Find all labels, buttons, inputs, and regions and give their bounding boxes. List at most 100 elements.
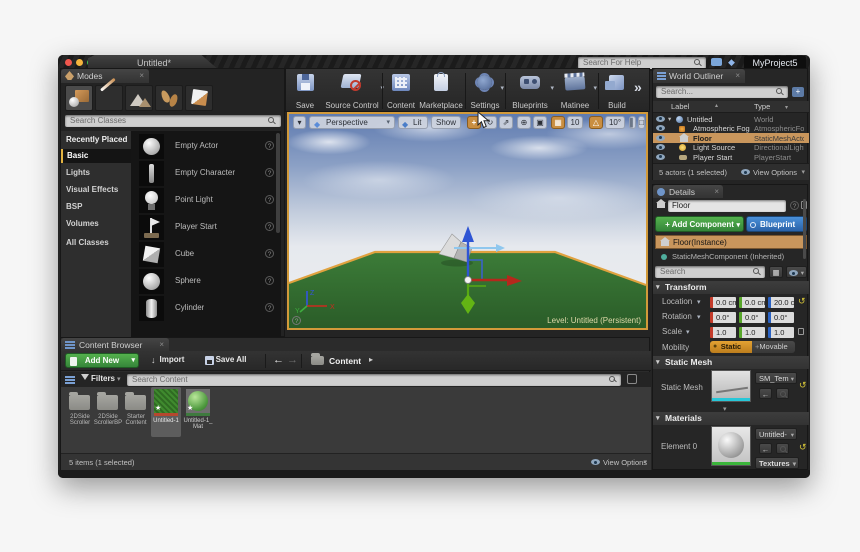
- visibility-eye-icon[interactable]: [656, 115, 665, 122]
- mode-place-button[interactable]: [65, 85, 93, 111]
- reset-material-icon[interactable]: ↺: [799, 442, 807, 453]
- outliner-row-untitled[interactable]: ▾ Untitled World: [653, 114, 809, 124]
- details-tab[interactable]: Details ×: [653, 185, 723, 198]
- marketplace-gem-icon[interactable]: ◆: [728, 57, 738, 67]
- show-button[interactable]: Show: [431, 116, 461, 129]
- asset-folder-2dside-scrollerbp[interactable]: 2DSide ScrollerBP: [94, 389, 122, 433]
- help-icon[interactable]: ?: [265, 303, 274, 312]
- category-bsp[interactable]: BSP: [66, 202, 82, 211]
- browse-to-asset-button[interactable]: [776, 443, 789, 454]
- perspective-button[interactable]: ◆ Perspective ▾: [309, 116, 395, 129]
- help-icon[interactable]: ?: [790, 201, 799, 210]
- static-mesh-section-header[interactable]: ▾ Static Mesh: [653, 356, 809, 369]
- matinee-button[interactable]: Matinee ▾: [555, 71, 597, 111]
- viewport-help-icon[interactable]: ?: [292, 316, 301, 325]
- chevron-down-icon[interactable]: ▾: [686, 327, 690, 338]
- outliner-row-player-start[interactable]: Player Start PlayerStart: [653, 152, 809, 162]
- reset-mesh-icon[interactable]: ↺: [799, 380, 807, 391]
- location-y-field[interactable]: 0.0 cm: [739, 296, 765, 308]
- grid-snap-toggle[interactable]: ▦: [551, 116, 565, 129]
- mode-foliage-button[interactable]: [155, 85, 183, 111]
- class-item-sphere[interactable]: Sphere ?: [131, 268, 281, 295]
- use-selected-asset-button[interactable]: ←: [759, 443, 772, 454]
- textures-dropdown[interactable]: Textures ▾: [755, 457, 799, 469]
- component-row-staticmesh[interactable]: StaticMeshComponent (Inherited): [655, 251, 807, 263]
- content-button[interactable]: Content: [385, 71, 417, 111]
- world-outliner-tab[interactable]: World Outliner ×: [653, 69, 745, 83]
- viewport-options-button[interactable]: ▾: [293, 116, 306, 129]
- details-grid-button[interactable]: ▦: [769, 266, 783, 278]
- feedback-bubble-icon[interactable]: [711, 58, 722, 66]
- scale-tool-button[interactable]: ⇗: [499, 116, 513, 129]
- label-column-header[interactable]: Label: [671, 102, 689, 111]
- details-search-input[interactable]: Search: [655, 266, 765, 278]
- visibility-eye-icon[interactable]: [656, 153, 665, 160]
- minimize-window-button[interactable]: [76, 59, 83, 66]
- asset-folder-starter-content[interactable]: Starter Content: [123, 389, 149, 433]
- save-search-icon[interactable]: [627, 374, 637, 384]
- search-content-input[interactable]: Search Content: [127, 373, 621, 386]
- chevron-down-icon[interactable]: ▾: [550, 83, 554, 94]
- edit-blueprint-button[interactable]: Blueprint: [746, 216, 807, 232]
- category-volumes[interactable]: Volumes: [66, 219, 99, 228]
- expand-icon[interactable]: ▾: [668, 115, 671, 123]
- toolbar-overflow-button[interactable]: »: [634, 79, 642, 95]
- forward-button[interactable]: →: [287, 353, 298, 367]
- outliner-row-floor-selected[interactable]: Floor StaticMeshActor: [653, 132, 809, 143]
- asset-untitled-1-selected[interactable]: ★ Untitled-1: [151, 387, 181, 437]
- class-item-cylinder[interactable]: Cylinder ?: [131, 295, 281, 322]
- static-mesh-asset-dropdown[interactable]: SM_Tem ▾: [755, 372, 797, 384]
- category-recently-placed[interactable]: Recently Placed: [66, 135, 130, 147]
- modes-tab[interactable]: Modes ×: [61, 69, 149, 83]
- help-icon[interactable]: ?: [265, 276, 274, 285]
- maximize-viewport-button[interactable]: □: [638, 116, 645, 129]
- class-item-cube[interactable]: Cube ?: [131, 241, 281, 268]
- mobility-static-option[interactable]: ● Static: [710, 341, 752, 353]
- scale-y-field[interactable]: 1.0: [739, 326, 765, 338]
- help-icon[interactable]: ?: [265, 222, 274, 231]
- surface-snap-button[interactable]: ▣: [533, 116, 547, 129]
- help-icon[interactable]: ?: [265, 195, 274, 204]
- static-mesh-thumbnail[interactable]: [711, 370, 751, 402]
- marketplace-button[interactable]: Marketplace: [419, 71, 463, 111]
- build-button[interactable]: Build: [601, 71, 633, 111]
- transform-section-header[interactable]: ▾ Transform: [653, 281, 809, 294]
- search-classes-input[interactable]: Search Classes: [65, 115, 281, 127]
- class-item-empty-actor[interactable]: Empty Actor ?: [131, 133, 281, 160]
- close-icon[interactable]: ×: [714, 185, 719, 198]
- reset-location-icon[interactable]: ↺: [798, 296, 806, 307]
- add-component-button[interactable]: + Add Component ▾: [655, 216, 744, 232]
- gizmo-origin[interactable]: [464, 276, 472, 284]
- browse-to-asset-button[interactable]: [776, 388, 789, 399]
- sources-panel-icon[interactable]: [65, 375, 75, 384]
- chevron-down-icon[interactable]: ▾: [500, 83, 504, 94]
- visibility-eye-icon[interactable]: [656, 144, 665, 151]
- source-control-button[interactable]: Source Control ▾: [324, 71, 384, 111]
- help-icon[interactable]: ?: [265, 168, 274, 177]
- class-item-empty-character[interactable]: Empty Character ?: [131, 160, 281, 187]
- mode-paint-button[interactable]: [95, 77, 123, 111]
- blueprints-button[interactable]: Blueprints ▾: [508, 71, 554, 111]
- material-thumbnail[interactable]: [711, 426, 751, 466]
- materials-section-header[interactable]: ▾ Materials: [653, 412, 809, 425]
- content-view-options-button[interactable]: View Options: [603, 458, 647, 467]
- camera-speed-button[interactable]: ▌: [629, 116, 636, 129]
- breadcrumb-arrow-icon[interactable]: ▸: [369, 355, 373, 364]
- save-button[interactable]: Save: [289, 71, 321, 111]
- category-lights[interactable]: Lights: [66, 168, 90, 177]
- category-visual-effects[interactable]: Visual Effects: [66, 185, 118, 194]
- class-item-point-light[interactable]: Point Light ?: [131, 187, 281, 214]
- chevron-down-icon[interactable]: ▾: [697, 297, 701, 308]
- type-column-header[interactable]: Type: [754, 102, 770, 111]
- category-basic[interactable]: Basic: [61, 149, 131, 163]
- mode-geometry-button[interactable]: [185, 85, 213, 111]
- chevron-down-icon[interactable]: ▾: [593, 83, 597, 94]
- close-window-button[interactable]: [65, 59, 72, 66]
- rotation-snap-toggle[interactable]: △: [589, 116, 603, 129]
- class-item-player-start[interactable]: Player Start ?: [131, 214, 281, 241]
- close-icon[interactable]: ×: [735, 69, 740, 83]
- filters-button[interactable]: Filters: [91, 374, 115, 383]
- actor-name-field[interactable]: Floor: [668, 200, 786, 212]
- world-local-toggle[interactable]: ⊕: [517, 116, 531, 129]
- component-row-floor-instance[interactable]: Floor(Instance): [655, 235, 807, 249]
